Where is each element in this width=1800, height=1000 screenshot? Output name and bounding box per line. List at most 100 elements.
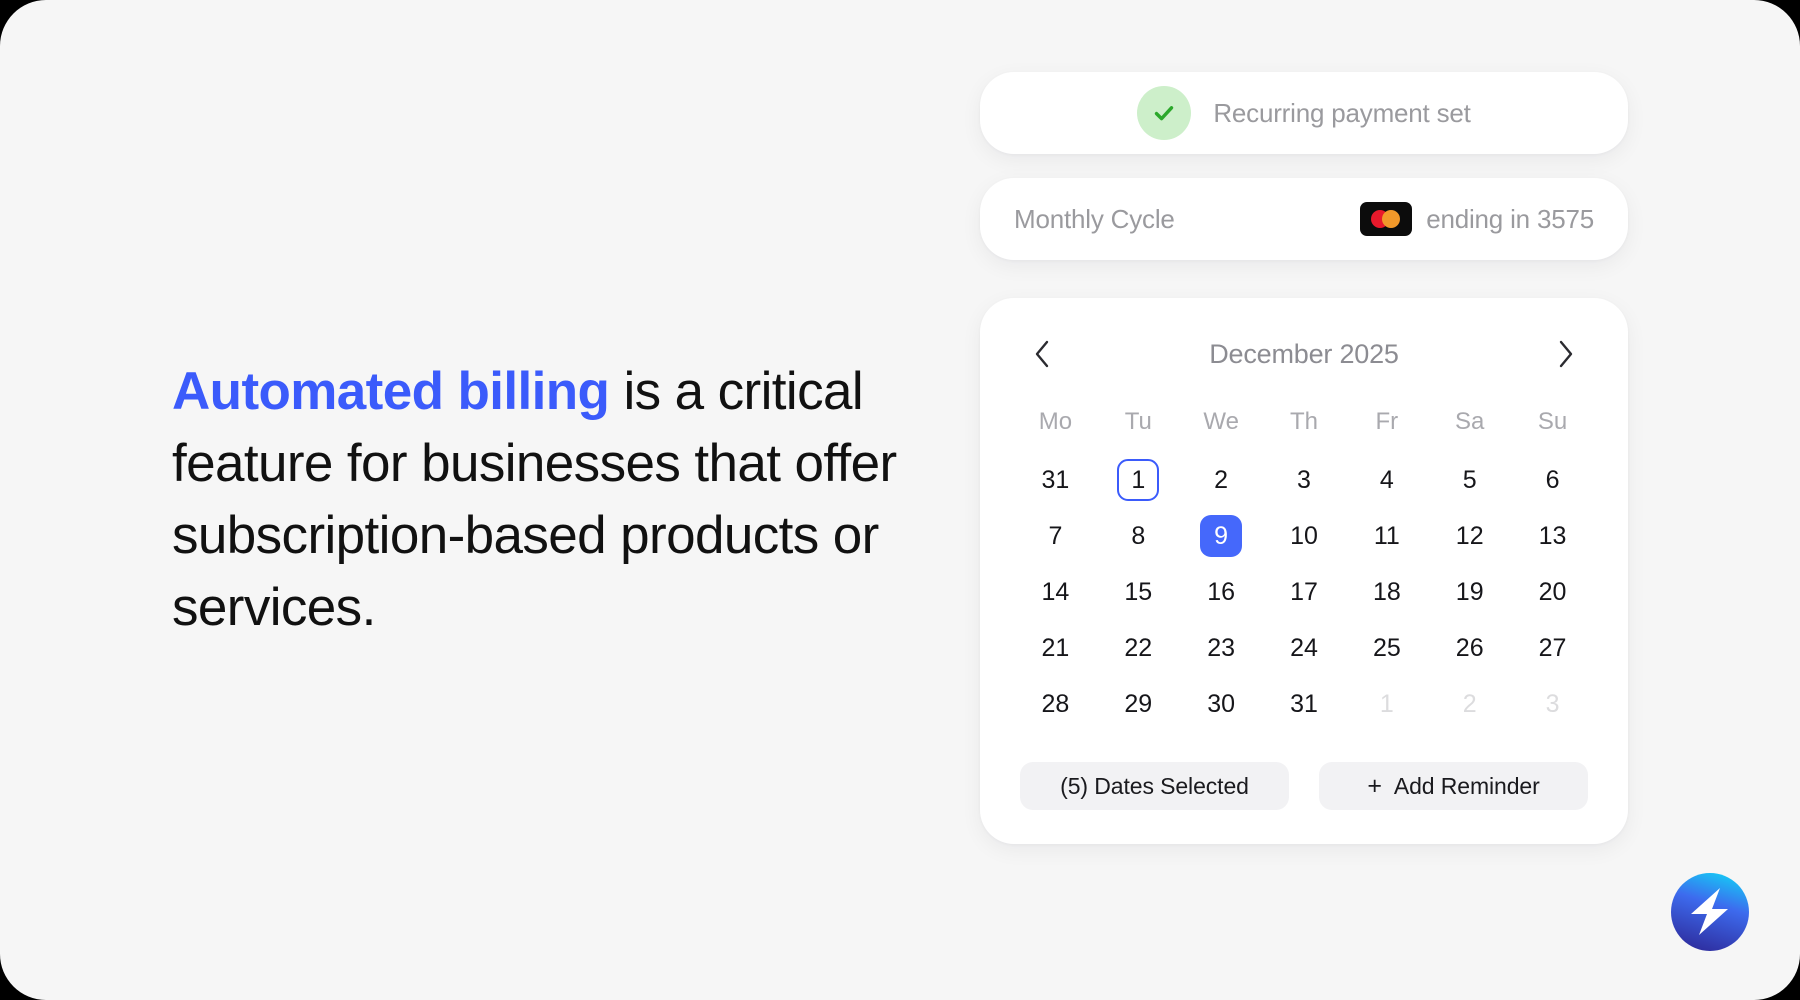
page-headline: Automated billing is a critical feature … [172,356,902,644]
calendar-day[interactable]: 9 [1180,508,1263,564]
calendar-day[interactable]: 4 [1345,452,1428,508]
check-circle-icon [1137,86,1192,140]
calendar-day-label: 23 [1207,633,1236,662]
recurring-payment-status-card: Recurring payment set [980,72,1628,154]
calendar-day[interactable]: 21 [1014,620,1097,676]
calendar-header: December 2025 [1014,326,1594,382]
plus-icon: + [1367,771,1382,800]
calendar-day-label: 24 [1290,633,1318,662]
calendar-weekday: Tu [1124,408,1152,435]
calendar-day[interactable]: 18 [1345,564,1428,620]
calendar-month-title: December 2025 [1209,338,1399,369]
calendar-weekday-header: Mo Tu We Th Fr Sa Su [1014,408,1594,436]
calendar-day[interactable]: 3 [1263,452,1346,508]
chevron-left-icon[interactable] [1022,334,1062,374]
status-label: Recurring payment set [1213,97,1471,128]
calendar-day-label: 31 [1290,689,1318,718]
calendar-day-label: 25 [1372,633,1401,662]
calendar-weekday: Th [1289,408,1318,435]
calendar-day[interactable]: 1 [1097,452,1180,508]
calendar-day[interactable]: 26 [1428,620,1511,676]
calendar-day-label: 13 [1538,521,1567,550]
calendar-day[interactable]: 2 [1180,452,1263,508]
page-canvas: Automated billing is a critical feature … [0,0,1800,1000]
calendar-day-label: 11 [1373,521,1400,550]
calendar-weekday: Sa [1455,408,1485,435]
calendar-day[interactable]: 6 [1511,452,1594,508]
calendar-day-label: 17 [1290,577,1318,606]
calendar-day[interactable]: 17 [1263,564,1346,620]
calendar-day-label: 10 [1290,521,1318,550]
calendar-day-label: 14 [1041,577,1070,606]
calendar-day[interactable]: 31 [1263,676,1346,732]
billing-cycle-label: Monthly Cycle [1014,203,1175,234]
calendar-day[interactable]: 25 [1345,620,1428,676]
calendar-day-label: 26 [1455,633,1484,662]
calendar-day[interactable]: 22 [1097,620,1180,676]
calendar-day-label: 5 [1462,465,1477,494]
calendar-day-label: 30 [1207,689,1236,718]
calendar-day-label: 22 [1124,633,1153,662]
calendar-day-label: 31 [1041,465,1070,494]
calendar-day-label: 1 [1379,689,1394,718]
billing-cycle-card: Monthly Cycle ending in 3575 [980,178,1628,260]
calendar-day-label: 3 [1545,689,1560,718]
calendar-day-label: 3 [1297,465,1311,494]
calendar-day-label: 16 [1207,577,1236,606]
calendar-day-label: 28 [1041,689,1070,718]
calendar-day[interactable]: 13 [1511,508,1594,564]
calendar-weekday: Fr [1375,408,1399,435]
calendar-day[interactable]: 5 [1428,452,1511,508]
calendar-day[interactable]: 24 [1263,620,1346,676]
calendar-day[interactable]: 11 [1345,508,1428,564]
calendar-day: 2 [1428,676,1511,732]
calendar-day[interactable]: 19 [1428,564,1511,620]
calendar-day: 1 [1345,676,1428,732]
calendar-day-label: 19 [1455,577,1484,606]
mastercard-right-circle [1382,210,1401,228]
calendar-weekday: Su [1537,408,1568,435]
add-reminder-label: Add Reminder [1393,772,1540,799]
calendar-day-label: 2 [1462,689,1477,718]
calendar-weekday: We [1203,408,1239,435]
calendar-days-grid: 31 1 2 3 4 5 6 7 8 9 10 11 12 13 14 15 16 17 18 19 20 21 22 23 2… [1014,452,1594,732]
mastercard-icon [1360,202,1413,236]
calendar-day[interactable]: 20 [1511,564,1594,620]
calendar-card: December 2025 Mo Tu We Th Fr Sa Su 31 1 2 3 4 5 6 7 8 9… [980,298,1628,844]
calendar-day-label: 4 [1379,465,1394,494]
dates-selected-button[interactable]: (5) Dates Selected [1020,762,1289,810]
calendar-day-label: 9 [1200,515,1243,557]
calendar-day[interactable]: 23 [1180,620,1263,676]
calendar-day-label: 20 [1538,577,1567,606]
calendar-actions: (5) Dates Selected + Add Reminder [1014,762,1594,810]
chevron-right-icon[interactable] [1546,334,1586,374]
calendar-day-label: 21 [1041,633,1070,662]
dates-selected-label: (5) Dates Selected [1060,772,1249,799]
calendar-day[interactable]: 27 [1511,620,1594,676]
calendar-day-label: 6 [1545,465,1560,494]
calendar-day[interactable]: 14 [1014,564,1097,620]
payment-method-info: ending in 3575 [1360,202,1594,236]
cards-stack: Recurring payment set Monthly Cycle endi… [980,72,1628,844]
lightning-bolt-circle-logo [1668,870,1752,954]
calendar-day[interactable]: 15 [1097,564,1180,620]
calendar-day-label: 7 [1048,521,1063,550]
calendar-day[interactable]: 10 [1263,508,1346,564]
calendar-day[interactable]: 31 [1014,452,1097,508]
calendar-day[interactable]: 30 [1180,676,1263,732]
calendar-day: 3 [1511,676,1594,732]
card-last-four-label: ending in 3575 [1426,203,1594,234]
calendar-day-label: 15 [1124,577,1153,606]
calendar-day[interactable]: 8 [1097,508,1180,564]
calendar-day-label: 18 [1372,577,1401,606]
calendar-day[interactable]: 7 [1014,508,1097,564]
calendar-day-label: 29 [1124,689,1153,718]
calendar-day[interactable]: 16 [1180,564,1263,620]
add-reminder-button[interactable]: + Add Reminder [1319,762,1588,810]
calendar-day-label: 8 [1131,521,1146,550]
calendar-weekday: Mo [1038,408,1073,435]
calendar-day[interactable]: 28 [1014,676,1097,732]
calendar-day[interactable]: 29 [1097,676,1180,732]
calendar-day-label: 2 [1214,465,1229,494]
calendar-day[interactable]: 12 [1428,508,1511,564]
